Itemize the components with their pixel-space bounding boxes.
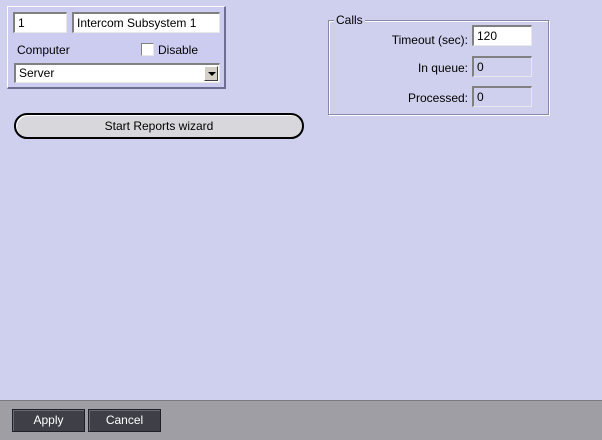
chevron-down-icon[interactable] xyxy=(204,66,218,81)
computer-selected-value: Server xyxy=(19,66,55,80)
disable-checkbox[interactable] xyxy=(141,43,154,56)
timeout-value: 120 xyxy=(477,29,498,43)
processed-label: Processed: xyxy=(407,91,468,105)
in-queue-field: 0 xyxy=(472,56,532,77)
calls-legend: Calls xyxy=(334,13,365,27)
processed-value: 0 xyxy=(477,90,484,104)
object-id-value: 1 xyxy=(18,16,25,30)
object-id-field[interactable]: 1 xyxy=(13,12,67,33)
timeout-label: Timeout (sec): xyxy=(391,33,468,47)
computer-label: Computer xyxy=(17,43,70,57)
timeout-input[interactable]: 120 xyxy=(472,25,532,46)
in-queue-label: In queue: xyxy=(417,61,468,75)
start-reports-wizard-button[interactable]: Start Reports wizard xyxy=(14,113,304,139)
processed-field: 0 xyxy=(472,86,532,107)
apply-button[interactable]: Apply xyxy=(12,409,85,432)
computer-select[interactable]: Server xyxy=(14,63,220,83)
object-name-field[interactable]: Intercom Subsystem 1 xyxy=(72,12,220,33)
cancel-button[interactable]: Cancel xyxy=(88,409,161,432)
footer-bar: Apply Cancel xyxy=(0,400,602,440)
disable-label[interactable]: Disable xyxy=(158,43,198,57)
in-queue-value: 0 xyxy=(477,60,484,74)
object-name-value: Intercom Subsystem 1 xyxy=(77,16,197,30)
object-settings-group: 1 Intercom Subsystem 1 Computer Disable … xyxy=(7,6,226,89)
